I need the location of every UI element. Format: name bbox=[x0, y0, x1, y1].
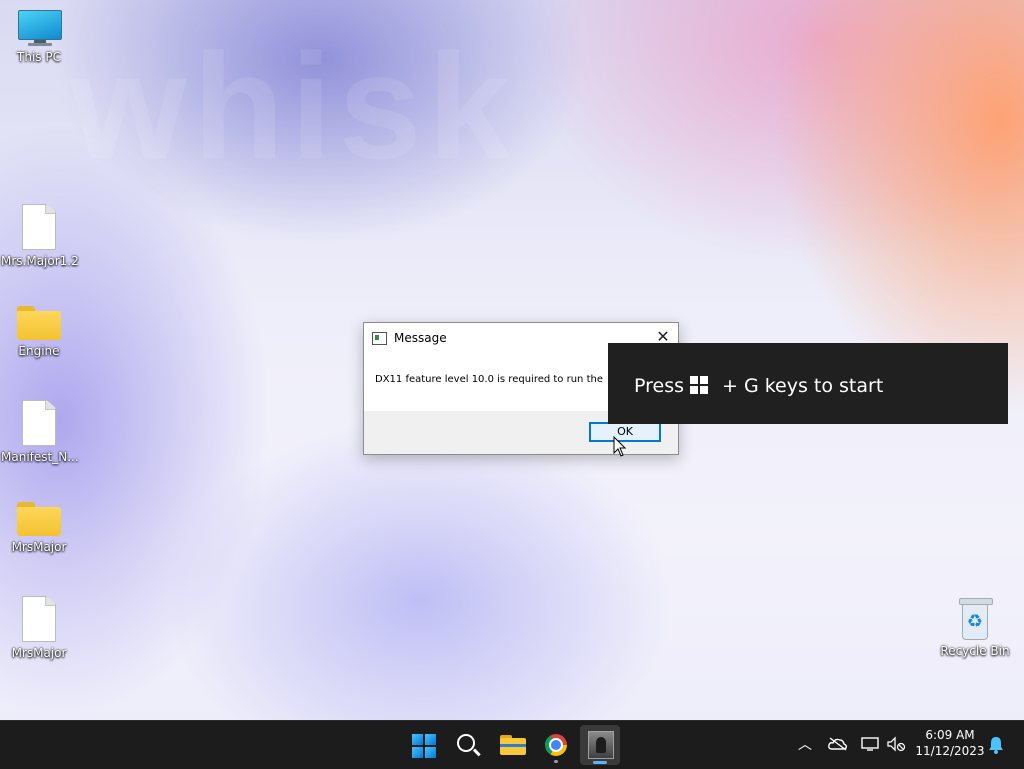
clock-time: 6:09 AM bbox=[925, 728, 975, 742]
clock-date: 11/12/2023 bbox=[915, 744, 985, 758]
search-button[interactable] bbox=[448, 725, 488, 765]
notification-bell-icon[interactable] bbox=[988, 736, 1004, 754]
dialog-title: Message bbox=[394, 331, 447, 345]
desktop-icon-manifest[interactable]: Manifest_N... bbox=[1, 400, 79, 464]
game-app-button[interactable] bbox=[580, 725, 620, 765]
active-indicator bbox=[593, 761, 607, 764]
monitor-icon bbox=[18, 10, 62, 46]
tray-overflow-chevron-icon[interactable]: ︿ bbox=[798, 734, 812, 754]
game-app-icon bbox=[588, 731, 614, 759]
file-icon bbox=[22, 204, 56, 250]
gamebar-toast: Press + G keys to start bbox=[608, 343, 1008, 424]
start-button[interactable] bbox=[404, 725, 444, 765]
windows-start-icon bbox=[412, 734, 436, 758]
file-icon bbox=[22, 596, 56, 642]
toast-text-press: Press bbox=[634, 375, 685, 397]
desktop-icon-label: MrsMajor bbox=[11, 540, 67, 554]
desktop-icon-label: MrsMajor bbox=[11, 646, 67, 660]
desktop-icon-mrsmajor-folder[interactable]: MrsMajor bbox=[1, 502, 77, 554]
chrome-icon bbox=[545, 734, 567, 756]
desktop-icon-label: Manifest_N... bbox=[1, 450, 79, 464]
windows-key-icon bbox=[690, 376, 708, 394]
mouse-cursor-icon bbox=[613, 436, 627, 457]
file-explorer-button[interactable] bbox=[492, 725, 532, 765]
desktop-icon-mrs-major-1-2[interactable]: Mrs.Major1.2 bbox=[1, 204, 79, 268]
desktop-icon-recycle-bin[interactable]: ♻ Recycle Bin bbox=[937, 598, 1013, 658]
wallpaper-watermark: whisk bbox=[70, 22, 517, 190]
folder-icon bbox=[17, 502, 61, 536]
onedrive-offline-icon[interactable] bbox=[828, 737, 848, 751]
recycle-bin-icon: ♻ bbox=[959, 598, 993, 640]
desktop-icon-label: Engine bbox=[18, 344, 60, 358]
desktop-icon-label: Recycle Bin bbox=[940, 644, 1010, 658]
desktop-icon-engine[interactable]: Engine bbox=[1, 306, 77, 358]
app-window-icon bbox=[372, 332, 387, 345]
desktop-icon-this-pc[interactable]: This PC bbox=[1, 10, 77, 64]
search-icon bbox=[457, 734, 475, 752]
taskbar-clock[interactable]: 6:09 AM 11/12/2023 bbox=[914, 727, 986, 759]
chrome-button[interactable] bbox=[536, 725, 576, 765]
network-icon[interactable] bbox=[860, 736, 880, 752]
folder-icon bbox=[17, 306, 61, 340]
dialog-message: DX11 feature level 10.0 is required to r… bbox=[375, 374, 603, 385]
running-indicator bbox=[554, 760, 558, 763]
desktop-icon-label: Mrs.Major1.2 bbox=[1, 254, 79, 268]
volume-muted-icon[interactable] bbox=[886, 736, 906, 752]
desktop-icon-label: This PC bbox=[17, 50, 61, 64]
desktop-icon-mrsmajor-file[interactable]: MrsMajor bbox=[1, 596, 77, 660]
file-explorer-icon bbox=[500, 735, 526, 755]
file-icon bbox=[22, 400, 56, 446]
toast-text-keys: + G keys to start bbox=[722, 375, 884, 397]
